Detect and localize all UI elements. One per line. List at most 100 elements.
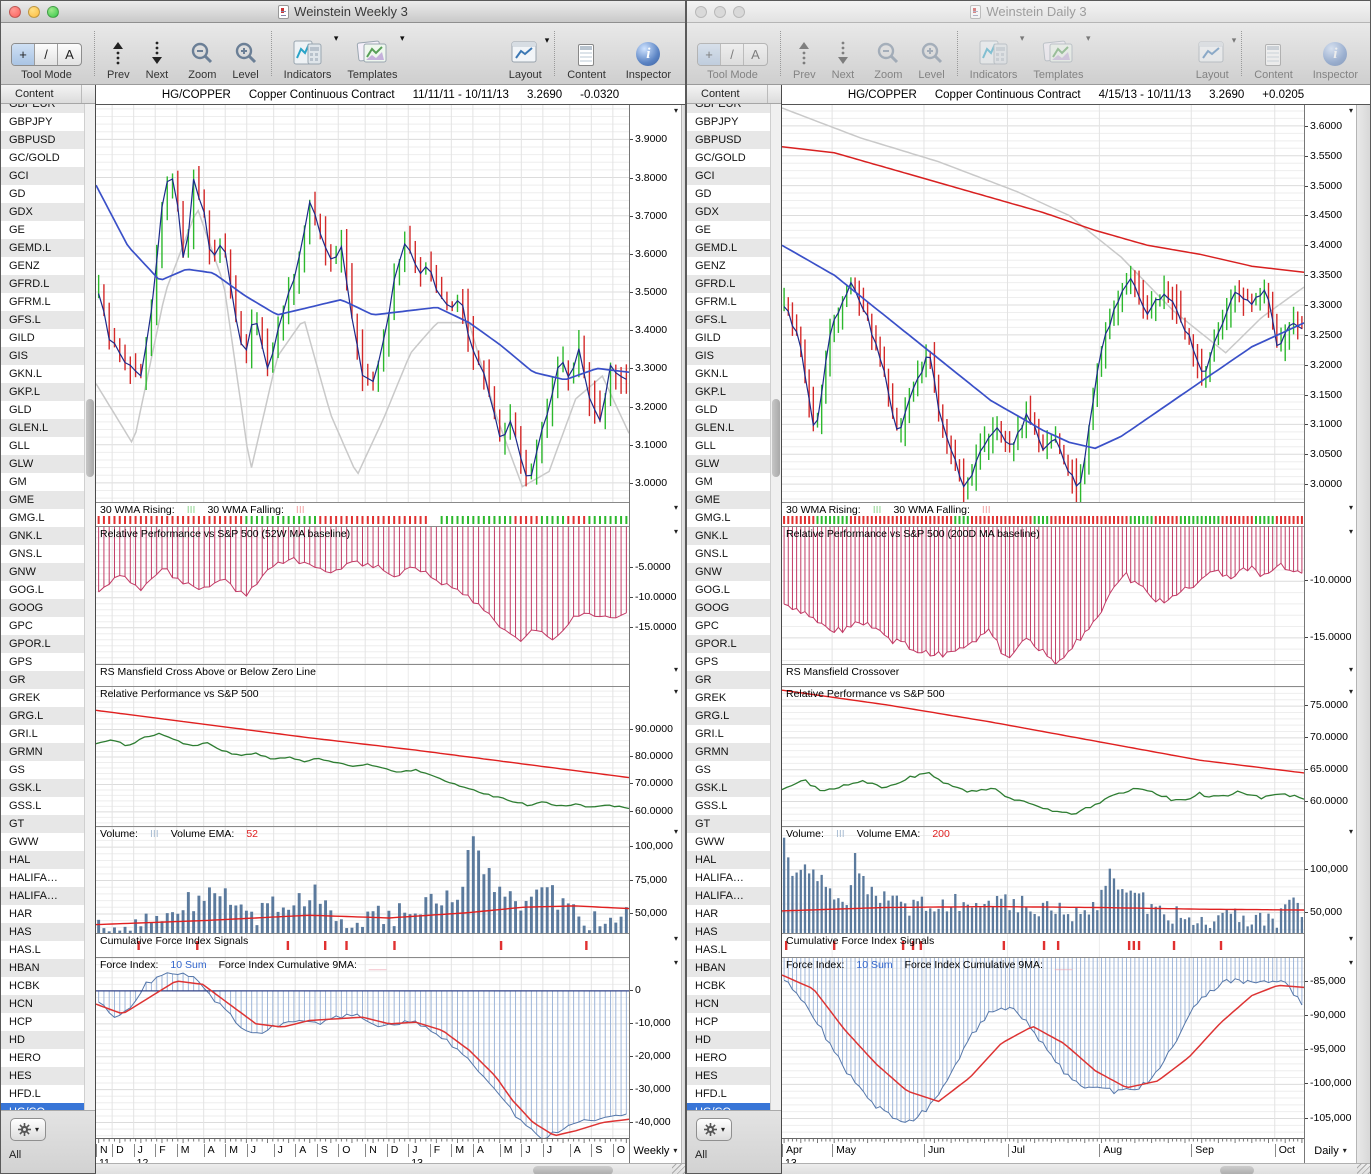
panel-runs-1[interactable]: 30 WMA Rising: III 30 WMA Falling: III	[782, 502, 1370, 526]
panel-volume-5[interactable]: Volume: III Volume EMA: 200	[782, 826, 1370, 933]
sidebar-item-halifa[interactable]: HALIFA…	[1, 887, 85, 905]
sidebar-item-ge[interactable]: GE	[687, 221, 771, 239]
indicators-label[interactable]: Indicators	[284, 69, 332, 81]
sidebar-item-gbpjpy[interactable]: GBPJPY	[1, 113, 85, 131]
sidebar-item-gww[interactable]: GWW	[687, 833, 771, 851]
sidebar-item-gll[interactable]: GLL	[1, 437, 85, 455]
sidebar-item-halifa[interactable]: HALIFA…	[1, 869, 85, 887]
symbol-list[interactable]: GBPEUR GBPJPY GBPUSD GC/GOLD GCI GD GDX GE GEMD.…	[687, 104, 771, 1112]
sidebar-item-gbpeur[interactable]: GBPEUR	[1, 104, 85, 113]
filter-all-label[interactable]: All	[695, 1149, 707, 1161]
sidebar-item-gww[interactable]: GWW	[1, 833, 85, 851]
sidebar-item-genz[interactable]: GENZ	[1, 257, 85, 275]
sidebar-item-hcn[interactable]: HCN	[1, 995, 85, 1013]
content-icon[interactable]	[1265, 44, 1282, 66]
sidebar-item-gs[interactable]: GS	[687, 761, 771, 779]
sidebar-item-hban[interactable]: HBAN	[687, 959, 771, 977]
trendline-tool-button[interactable]: /	[721, 44, 744, 65]
sidebar-item-gnsl[interactable]: GNS.L	[1, 545, 85, 563]
time-axis[interactable]: N11DJ12FMAMJJASONDJ13FMAMJJASO	[96, 1138, 629, 1169]
sidebar-header[interactable]: Content	[1, 85, 95, 104]
templates-icon[interactable]: ▾	[347, 33, 405, 66]
content-label[interactable]: Content	[567, 69, 606, 81]
sidebar-item-ge[interactable]: GE	[1, 221, 85, 239]
sidebar-item-gnw[interactable]: GNW	[687, 563, 771, 581]
scrollbar-thumb[interactable]	[86, 399, 94, 477]
panel-menu-icon[interactable]: ▾	[1349, 935, 1353, 943]
hscroll-thumb[interactable]	[1220, 1166, 1255, 1174]
sidebar-item-har[interactable]: HAR	[1, 905, 85, 923]
sidebar-item-gemdl[interactable]: GEMD.L	[1, 239, 85, 257]
sidebar-item-gfrdl[interactable]: GFRD.L	[687, 275, 771, 293]
sidebar-item-gnkl[interactable]: GNK.L	[687, 527, 771, 545]
crosshair-tool-button[interactable]: +	[12, 44, 35, 65]
zoom-out-icon[interactable]	[188, 40, 216, 66]
sidebar-item-gm[interactable]: GM	[1, 473, 85, 491]
sidebar-item-hes[interactable]: HES	[1, 1067, 85, 1085]
sidebar-item-hd[interactable]: HD	[1, 1031, 85, 1049]
sidebar-item-gps[interactable]: GPS	[1, 653, 85, 671]
sidebar-item-grgl[interactable]: GRG.L	[687, 707, 771, 725]
layout-label[interactable]: Layout	[1196, 69, 1229, 81]
sidebar-item-gfsl[interactable]: GFS.L	[1, 311, 85, 329]
titlebar[interactable]: Weinstein Daily 3	[687, 1, 1370, 23]
sidebar-item-gme[interactable]: GME	[1, 491, 85, 509]
sidebar-item-grek[interactable]: GREK	[687, 689, 771, 707]
inspector-icon[interactable]: i	[1323, 42, 1348, 66]
level-label[interactable]: Level	[918, 69, 944, 81]
sidebar-item-hes[interactable]: HES	[687, 1067, 771, 1085]
zoom-label[interactable]: Zoom	[874, 69, 902, 81]
sidebar-item-gll[interactable]: GLL	[687, 437, 771, 455]
panel-menu-icon[interactable]: ▾	[674, 688, 678, 696]
sidebar-item-has[interactable]: HAS	[1, 923, 85, 941]
scrollbar-thumb[interactable]	[772, 399, 780, 477]
titlebar[interactable]: Weinstein Weekly 3	[1, 1, 685, 23]
panel-menu-icon[interactable]: ▾	[1349, 828, 1353, 836]
sidebar-item-gogl[interactable]: GOG.L	[687, 581, 771, 599]
sidebar-item-gskl[interactable]: GSK.L	[687, 779, 771, 797]
panel-menu-icon[interactable]: ▾	[674, 959, 678, 967]
prev-arrow-icon[interactable]	[793, 40, 816, 66]
sidebar-item-gci[interactable]: GCI	[687, 167, 771, 185]
sidebar-item-gnkl[interactable]: GNK.L	[1, 527, 85, 545]
text-tool-button[interactable]: A	[58, 44, 81, 65]
sidebar-item-gril[interactable]: GRI.L	[1, 725, 85, 743]
panel-lines-4[interactable]: Relative Performance vs S&P 500	[96, 686, 685, 826]
panel-histdown-2[interactable]: Relative Performance vs S&P 500 (200D MA…	[782, 526, 1370, 664]
sidebar-item-gr[interactable]: GR	[687, 671, 771, 689]
next-arrow-icon[interactable]	[832, 40, 855, 66]
gear-action-button[interactable]: ▾	[10, 1118, 46, 1141]
gear-action-button[interactable]: ▾	[696, 1118, 732, 1141]
panel-marks-3[interactable]: RS Mansfield Cross Above or Below Zero L…	[96, 664, 685, 686]
sidebar-item-hfdl[interactable]: HFD.L	[1, 1085, 85, 1103]
sidebar-item-gpc[interactable]: GPC	[687, 617, 771, 635]
panel-marks-3[interactable]: RS Mansfield Crossover	[782, 664, 1370, 686]
sidebar-item-grek[interactable]: GREK	[1, 689, 85, 707]
sidebar-item-hasl[interactable]: HAS.L	[687, 941, 771, 959]
zoom-window-icon[interactable]	[733, 5, 745, 18]
layout-icon[interactable]: ▾	[1195, 35, 1236, 66]
panel-volume-5[interactable]: Volume: III Volume EMA: 52	[96, 826, 685, 933]
panel-menu-icon[interactable]: ▾	[1349, 504, 1353, 512]
indicators-icon[interactable]: ▾	[970, 33, 1024, 66]
inspector-label[interactable]: Inspector	[626, 69, 671, 81]
sidebar-item-gcgold[interactable]: GC/GOLD	[687, 149, 771, 167]
sidebar-item-gild[interactable]: GILD	[1, 329, 85, 347]
templates-label[interactable]: Templates	[347, 69, 397, 81]
sidebar-item-gbpusd[interactable]: GBPUSD	[687, 131, 771, 149]
zoom-window-icon[interactable]	[47, 5, 59, 18]
sidebar-scrollbar[interactable]	[84, 104, 95, 1112]
sidebar-item-gknl[interactable]: GKN.L	[687, 365, 771, 383]
panel-menu-icon[interactable]: ▾	[674, 107, 678, 115]
trendline-tool-button[interactable]: /	[35, 44, 58, 65]
timeframe-dropdown[interactable]: Daily ▾	[1304, 1138, 1356, 1163]
sidebar-item-gfrdl[interactable]: GFRD.L	[1, 275, 85, 293]
indicators-label[interactable]: Indicators	[970, 69, 1018, 81]
panel-force-7[interactable]: Force Index: 10 Sum Force Index Cumulative…	[782, 957, 1370, 1138]
sidebar-item-gskl[interactable]: GSK.L	[1, 779, 85, 797]
layout-icon[interactable]: ▾	[508, 35, 549, 66]
panel-marks-6[interactable]: Cumulative Force Index Signals	[96, 933, 685, 957]
sidebar-item-gbpeur[interactable]: GBPEUR	[687, 104, 771, 113]
sidebar-item-gknl[interactable]: GKN.L	[1, 365, 85, 383]
panel-marks-6[interactable]: Cumulative Force Index Signals	[782, 933, 1370, 957]
